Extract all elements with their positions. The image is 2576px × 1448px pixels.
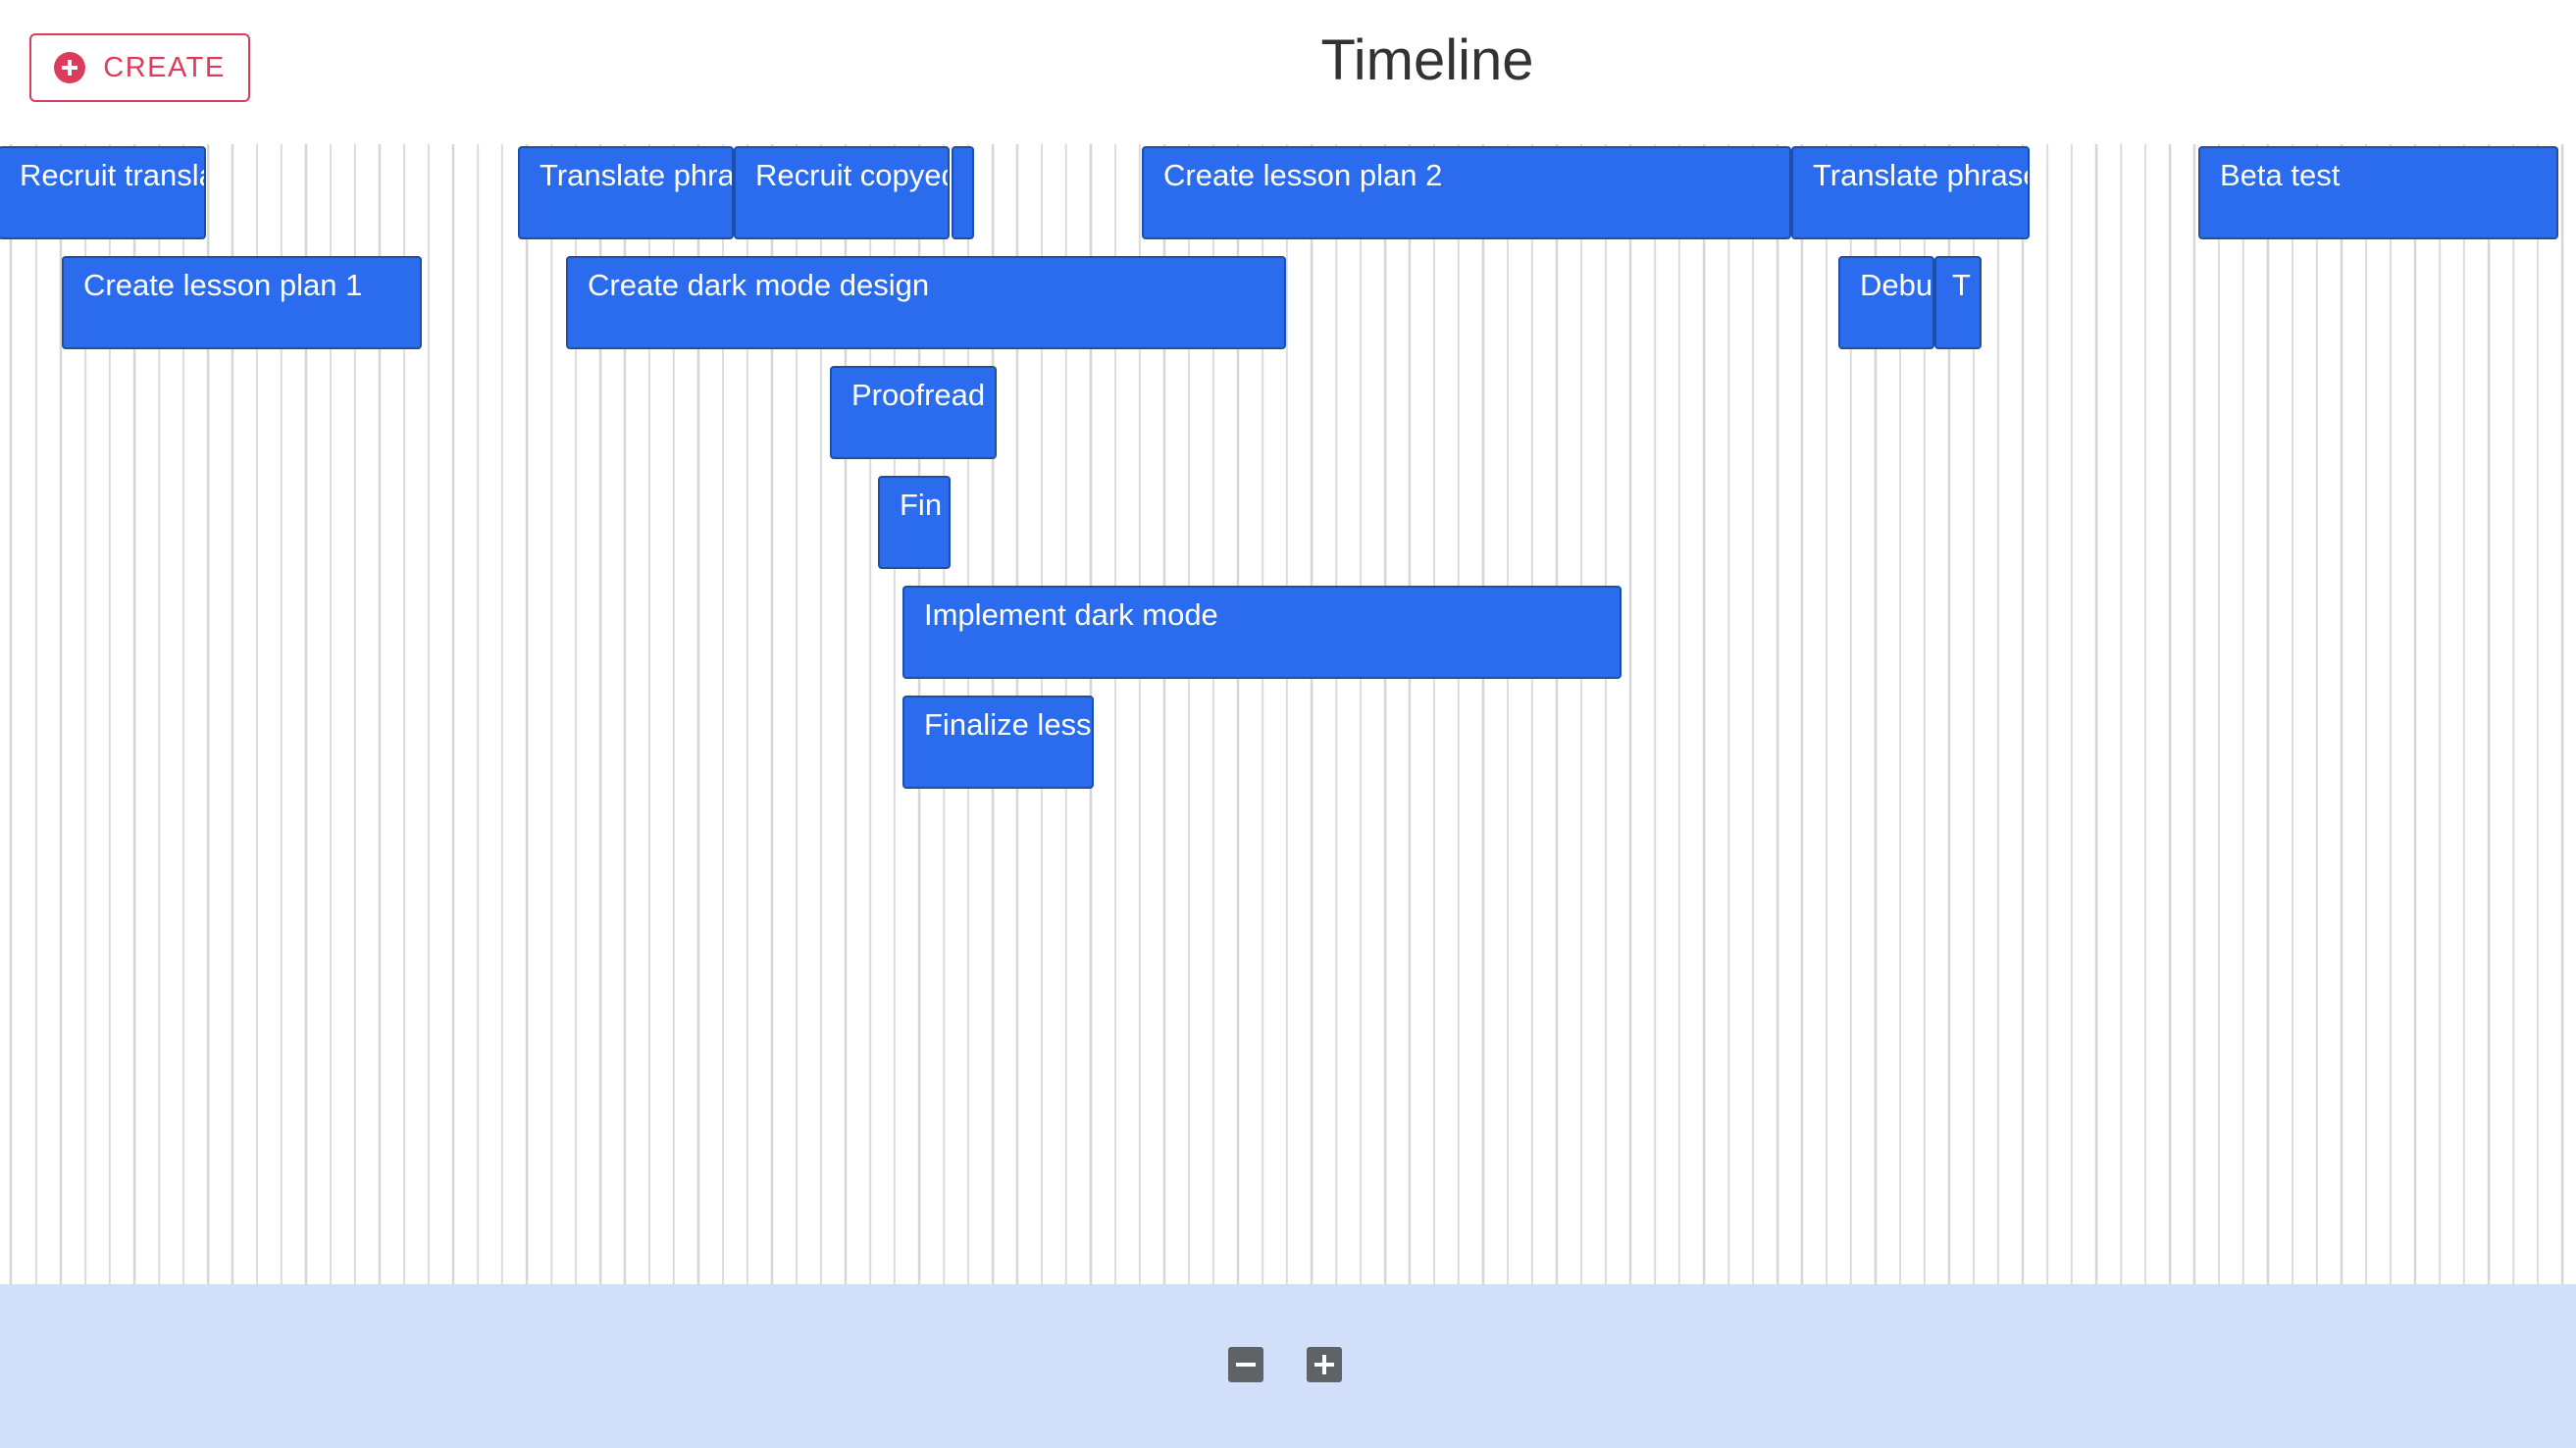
task-bar[interactable]: Translate phrases bbox=[518, 146, 734, 239]
header: CREATE Timeline bbox=[0, 0, 2576, 144]
page-title: Timeline bbox=[1320, 28, 1534, 92]
task-bar[interactable]: Translate phrases bbox=[1791, 146, 2030, 239]
task-bar[interactable]: Implement dark mode bbox=[902, 586, 1622, 679]
task-bar[interactable]: T bbox=[1934, 256, 1982, 349]
task-bar[interactable] bbox=[952, 146, 974, 239]
task-bar[interactable]: Create lesson plan 2 bbox=[1142, 146, 1791, 239]
plus-icon bbox=[1314, 1355, 1334, 1374]
footer bbox=[0, 1284, 2576, 1448]
task-bar[interactable]: Proofread bbox=[830, 366, 997, 459]
minus-icon bbox=[1236, 1363, 1256, 1367]
task-bar[interactable]: Recruit translators bbox=[0, 146, 206, 239]
task-bar[interactable]: Create dark mode design bbox=[566, 256, 1286, 349]
task-bar[interactable]: Beta test bbox=[2198, 146, 2558, 239]
task-bar[interactable]: Finalize lesson bbox=[902, 696, 1094, 789]
timeline-grid[interactable]: Recruit translators Translate phrases Re… bbox=[0, 144, 2576, 1284]
task-bar[interactable]: Recruit copyeditors bbox=[734, 146, 950, 239]
task-bar[interactable]: Fin bbox=[878, 476, 951, 569]
task-bar[interactable]: Create lesson plan 1 bbox=[62, 256, 422, 349]
task-bar[interactable]: Debug bbox=[1838, 256, 1934, 349]
zoom-in-button[interactable] bbox=[1307, 1347, 1342, 1382]
zoom-out-button[interactable] bbox=[1228, 1347, 1263, 1382]
